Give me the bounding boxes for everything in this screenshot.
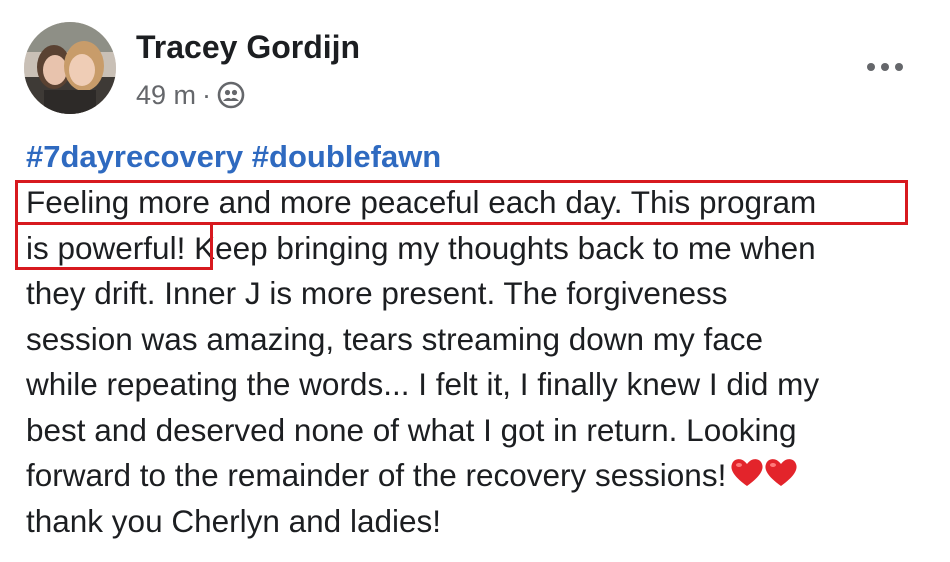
more-horizontal-icon bbox=[867, 63, 903, 71]
text-line: while repeating the words... I felt it, … bbox=[26, 366, 820, 402]
highlighted-text: is powerful! bbox=[26, 229, 186, 266]
text-line: they drift. Inner J is more present. The… bbox=[26, 275, 728, 311]
text-segment: Keep bringing my thoughts back to me whe… bbox=[185, 229, 816, 266]
text-segment: forward to the remainder of the recovery… bbox=[26, 457, 727, 493]
author-name[interactable]: Tracey Gordijn bbox=[136, 26, 360, 68]
post-time[interactable]: 49 m bbox=[136, 80, 196, 111]
text-line: Feeling more and more peaceful each day.… bbox=[26, 184, 817, 220]
hashtags: #7dayrecovery #doublefawn bbox=[26, 134, 926, 180]
text-line: is powerful! Keep bringing my thoughts b… bbox=[26, 226, 926, 272]
profile-photo bbox=[24, 22, 116, 114]
avatar[interactable] bbox=[24, 22, 116, 114]
text-line: forward to the remainder of the recovery… bbox=[26, 453, 926, 499]
separator-dot: · bbox=[202, 79, 212, 110]
text-line: best and deserved none of what I got in … bbox=[26, 411, 797, 448]
post-meta: 49 m · bbox=[136, 76, 245, 114]
more-options-button[interactable] bbox=[860, 50, 910, 84]
hashtag-7dayrecovery[interactable]: #7dayrecovery bbox=[26, 139, 243, 174]
text-line: session was amazing, tears streaming dow… bbox=[26, 320, 764, 357]
friends-icon[interactable] bbox=[217, 81, 245, 109]
red-heart-icon bbox=[730, 455, 764, 501]
red-heart-icon bbox=[764, 455, 798, 501]
post-text: #7dayrecovery #doublefawn Feeling more a… bbox=[26, 134, 926, 544]
hashtag-doublefawn[interactable]: #doublefawn bbox=[252, 139, 441, 174]
text-line: thank you Cherlyn and ladies! bbox=[26, 502, 442, 539]
